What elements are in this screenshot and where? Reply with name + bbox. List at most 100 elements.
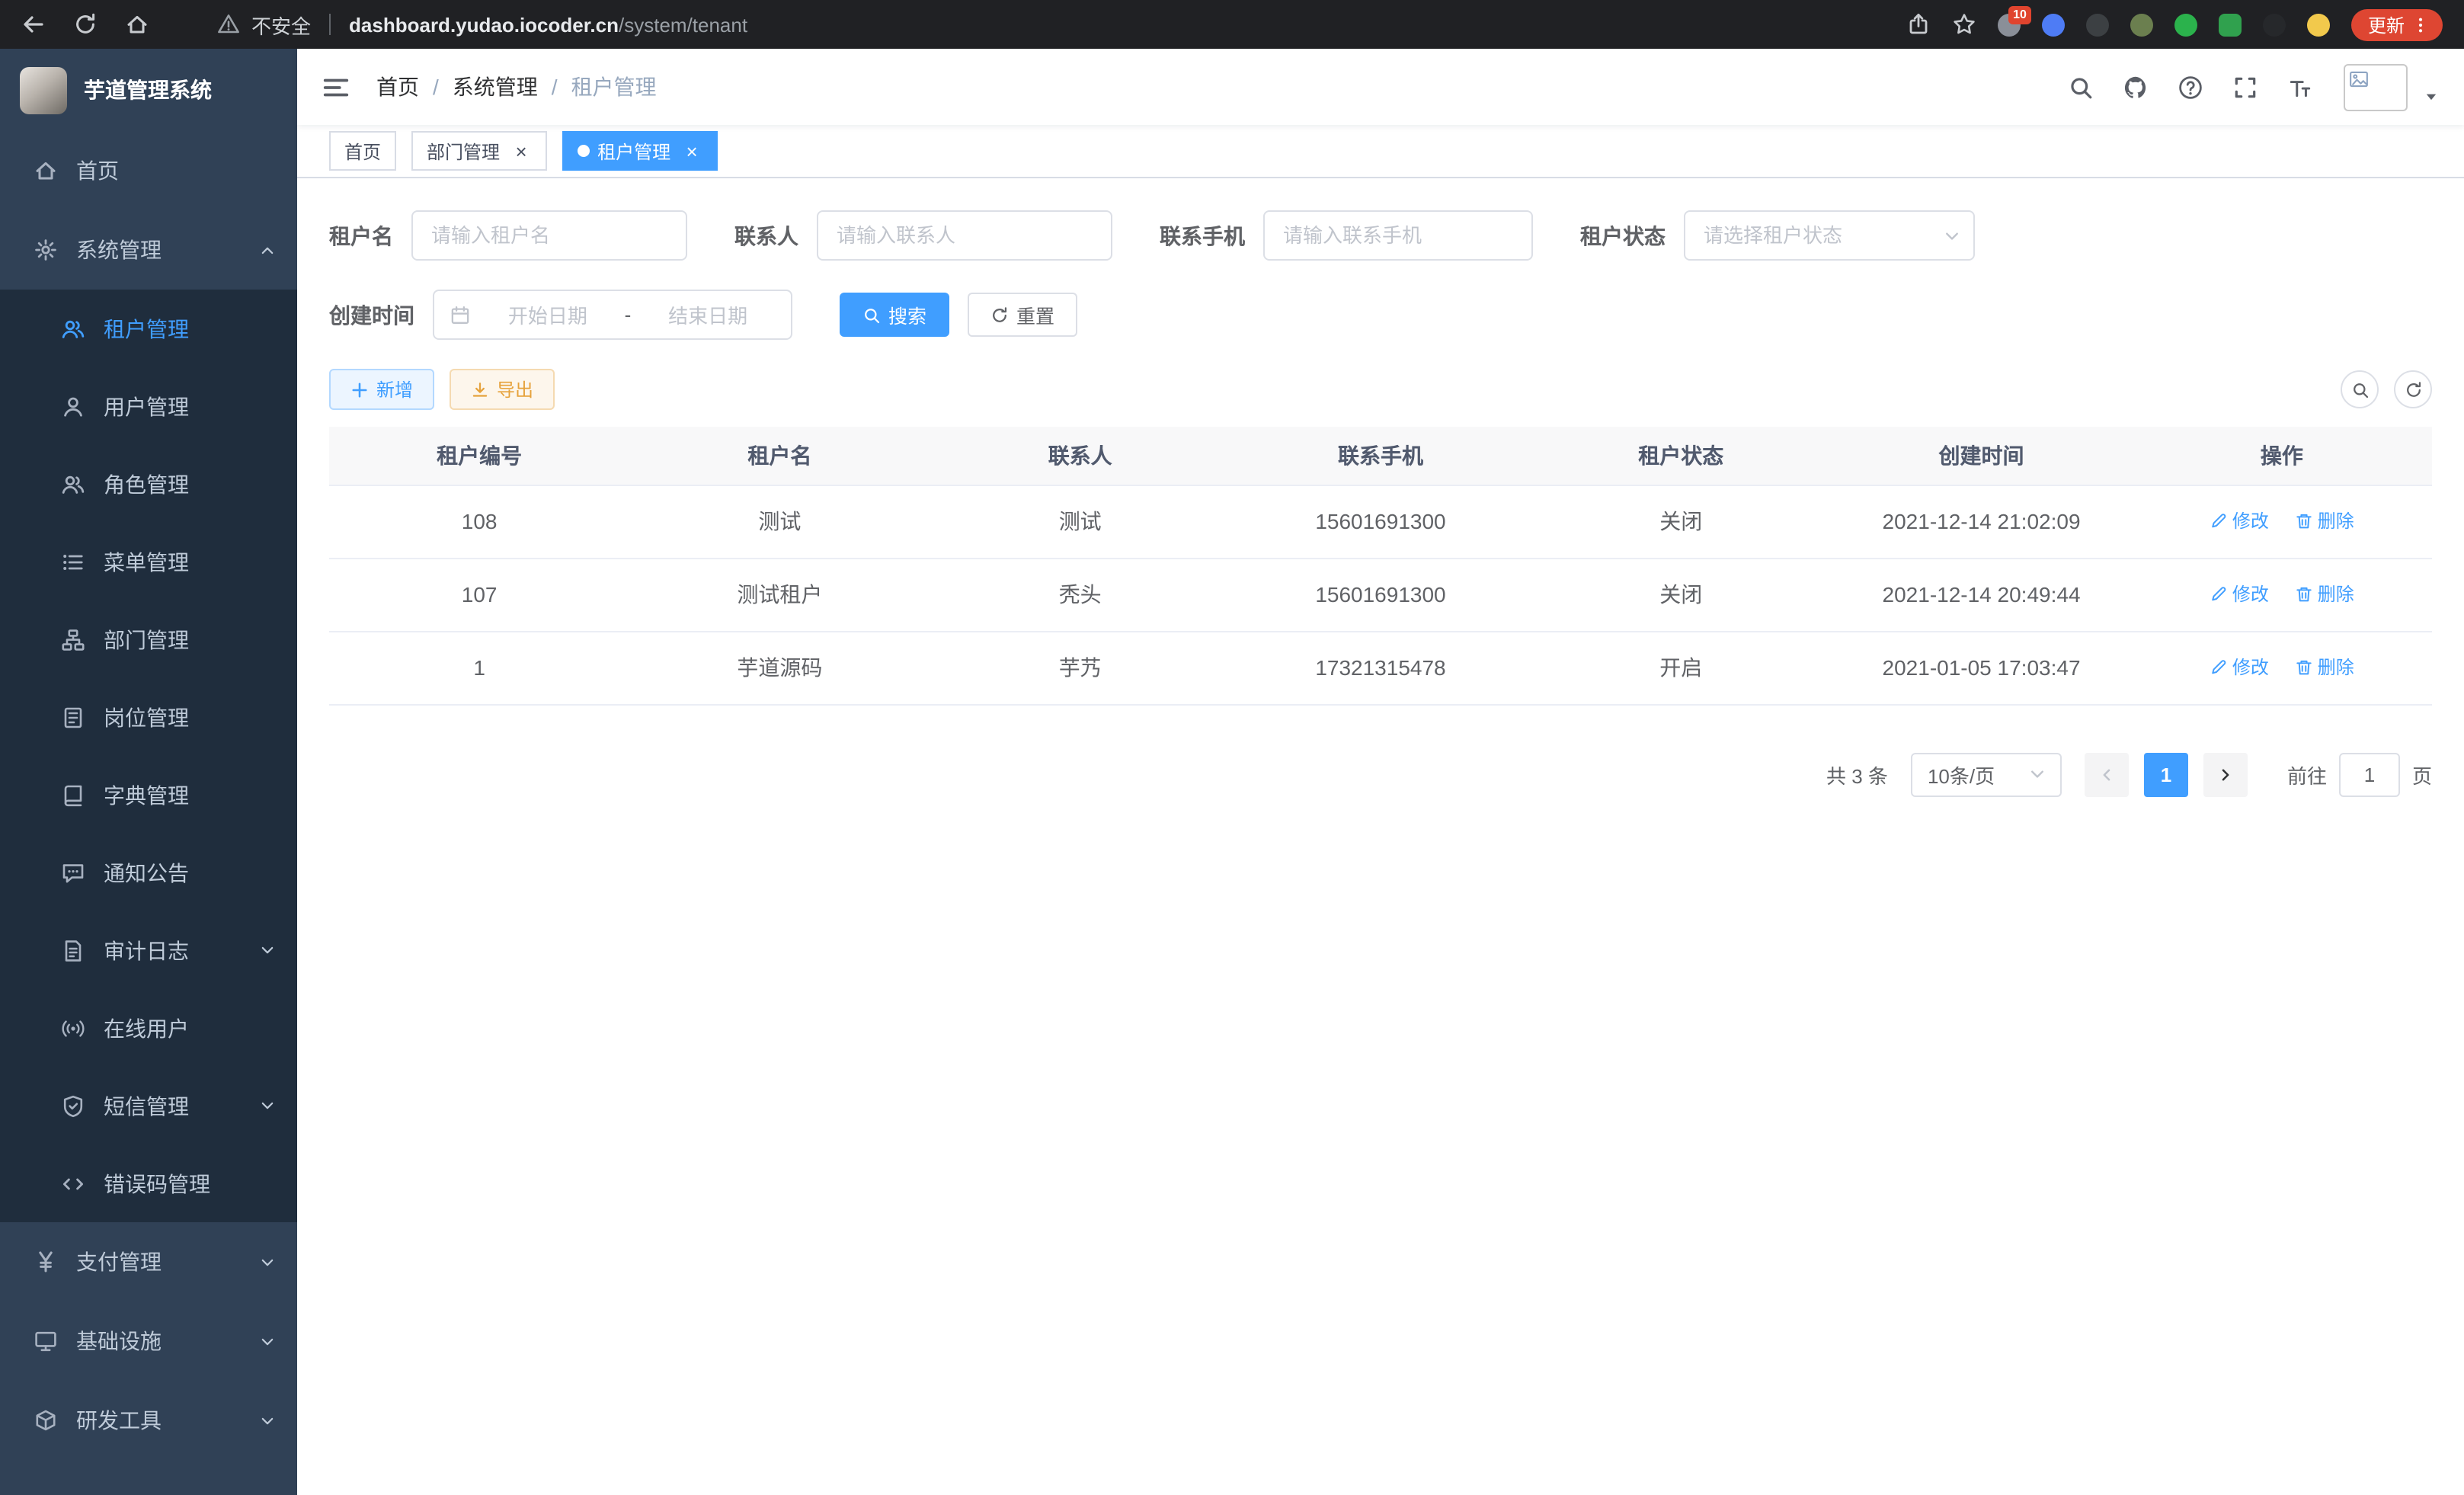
- cell-contact: 秃头: [930, 558, 1230, 631]
- hamburger-icon[interactable]: [322, 72, 350, 101]
- sidebar-submenu-system: 租户管理 用户管理 角色管理 菜单管理 部门管理: [0, 290, 297, 1222]
- tag-label: 部门管理: [427, 138, 500, 164]
- security-label[interactable]: 不安全: [251, 10, 311, 39]
- breadcrumb-system[interactable]: 系统管理: [453, 72, 538, 102]
- contact-input[interactable]: [817, 210, 1112, 261]
- browser-home-icon[interactable]: [125, 12, 149, 37]
- sidebar-item-home[interactable]: 首页: [0, 131, 297, 210]
- sidebar-logo[interactable]: 芋道管理系统: [0, 49, 297, 131]
- page-number-current[interactable]: 1: [2144, 752, 2188, 796]
- reset-button[interactable]: 重置: [968, 293, 1077, 337]
- browser-nav-buttons: [21, 12, 149, 37]
- status-select[interactable]: [1684, 210, 1975, 261]
- sidebar-item-dev-tool[interactable]: 研发工具: [0, 1381, 297, 1460]
- sidebar-item-user[interactable]: 用户管理: [0, 367, 297, 445]
- delete-link[interactable]: 删除: [2295, 581, 2354, 607]
- sidebar-item-label: 岗位管理: [104, 702, 276, 732]
- update-button[interactable]: 更新: [2351, 8, 2443, 40]
- chevron-up-icon: [259, 242, 276, 258]
- filter-contact: 联系人: [734, 210, 1112, 261]
- close-icon[interactable]: ×: [510, 140, 532, 162]
- date-separator: -: [625, 303, 632, 326]
- download-icon: [471, 380, 489, 399]
- menu-list-icon: [61, 549, 85, 574]
- sidebar-item-online-user[interactable]: 在线用户: [0, 989, 297, 1067]
- font-size-icon[interactable]: [2277, 59, 2322, 114]
- tag-home[interactable]: 首页: [329, 131, 396, 171]
- col-mobile: 联系手机: [1230, 427, 1531, 485]
- edit-link[interactable]: 修改: [2210, 655, 2269, 680]
- sidebar-item-dept[interactable]: 部门管理: [0, 600, 297, 678]
- breadcrumb: 首页 / 系统管理 / 租户管理: [376, 72, 657, 102]
- extension-icon-yellow[interactable]: [2307, 13, 2330, 36]
- sidebar-item-role[interactable]: 角色管理: [0, 445, 297, 523]
- col-status: 租户状态: [1531, 427, 1831, 485]
- toolbar-right: [2341, 370, 2432, 408]
- goto-page-input[interactable]: [2339, 752, 2400, 796]
- date-range-picker[interactable]: 开始日期 - 结束日期: [433, 290, 792, 340]
- tag-tenant[interactable]: 租户管理 ×: [562, 131, 718, 171]
- mobile-input[interactable]: [1263, 210, 1533, 261]
- search-icon: [862, 306, 881, 324]
- delete-link[interactable]: 删除: [2295, 508, 2354, 534]
- sidebar-item-notice[interactable]: 通知公告: [0, 834, 297, 911]
- delete-link[interactable]: 删除: [2295, 655, 2354, 680]
- search-icon[interactable]: [2057, 59, 2103, 114]
- help-icon[interactable]: [2167, 59, 2213, 114]
- toggle-search-button[interactable]: [2341, 370, 2379, 408]
- col-tenant-name: 租户名: [629, 427, 930, 485]
- cell-tenant-id: 1: [329, 631, 629, 704]
- avatar[interactable]: [2344, 63, 2408, 110]
- sidebar-item-sms[interactable]: 短信管理: [0, 1067, 297, 1144]
- export-button[interactable]: 导出: [450, 369, 555, 410]
- export-button-label: 导出: [497, 376, 533, 402]
- sidebar-item-error-code[interactable]: 错误码管理: [0, 1144, 297, 1222]
- tag-dept[interactable]: 部门管理 ×: [411, 131, 547, 171]
- github-icon[interactable]: [2112, 59, 2158, 114]
- add-button[interactable]: 新增: [329, 369, 434, 410]
- sidebar-item-menu[interactable]: 菜单管理: [0, 523, 297, 600]
- sidebar-item-pay[interactable]: 支付管理: [0, 1222, 297, 1301]
- edit-link[interactable]: 修改: [2210, 508, 2269, 534]
- fullscreen-icon[interactable]: [2222, 59, 2267, 114]
- reload-icon[interactable]: [73, 12, 98, 37]
- breadcrumb-separator: /: [433, 75, 439, 99]
- cell-created: 2021-12-14 21:02:09: [1831, 485, 2131, 558]
- refresh-table-button[interactable]: [2394, 370, 2432, 408]
- add-button-label: 新增: [376, 376, 413, 402]
- prev-page-button[interactable]: [2085, 752, 2129, 796]
- extension-icon-dark[interactable]: [2086, 13, 2109, 36]
- filter-status: 租户状态: [1580, 210, 1975, 261]
- goto-page: 前往 页: [2287, 752, 2432, 796]
- sidebar-item-system[interactable]: 系统管理: [0, 210, 297, 290]
- extension-icon-green-square[interactable]: [2219, 13, 2242, 36]
- sidebar-item-post[interactable]: 岗位管理: [0, 678, 297, 756]
- pagination: 共 3 条 10条/页 1 前往 页: [329, 752, 2432, 796]
- sidebar-item-dict[interactable]: 字典管理: [0, 756, 297, 834]
- address-bar[interactable]: 不安全 dashboard.yudao.iocoder.cn/system/te…: [216, 10, 747, 39]
- back-icon[interactable]: [21, 12, 46, 37]
- sidebar-item-infra[interactable]: 基础设施: [0, 1301, 297, 1381]
- table-row: 108 测试 测试 15601691300 关闭 2021-12-14 21:0…: [329, 485, 2432, 558]
- search-button[interactable]: 搜索: [840, 293, 949, 337]
- date-start-placeholder: 开始日期: [480, 300, 616, 329]
- breadcrumb-home[interactable]: 首页: [376, 72, 419, 102]
- edit-link[interactable]: 修改: [2210, 581, 2269, 607]
- next-page-button[interactable]: [2203, 752, 2248, 796]
- extension-icon-olive[interactable]: [2130, 13, 2153, 36]
- close-icon[interactable]: ×: [681, 140, 702, 162]
- browser-menu-dots-icon[interactable]: [2411, 14, 2430, 34]
- dict-icon: [61, 783, 85, 807]
- sidebar-item-audit-log[interactable]: 审计日志: [0, 911, 297, 989]
- sidebar-item-label: 租户管理: [104, 313, 276, 344]
- extension-icon-badged[interactable]: 10: [1998, 13, 2021, 36]
- share-icon[interactable]: [1906, 12, 1931, 37]
- extension-icon-green-circle[interactable]: [2174, 13, 2197, 36]
- extension-icon-black[interactable]: [2263, 13, 2286, 36]
- caret-down-icon[interactable]: [2423, 88, 2440, 105]
- sidebar-item-tenant[interactable]: 租户管理: [0, 290, 297, 367]
- extension-icon-blue[interactable]: [2042, 13, 2065, 36]
- tenant-name-input[interactable]: [411, 210, 687, 261]
- page-size-select[interactable]: 10条/页: [1911, 752, 2062, 796]
- bookmark-star-icon[interactable]: [1952, 12, 1976, 37]
